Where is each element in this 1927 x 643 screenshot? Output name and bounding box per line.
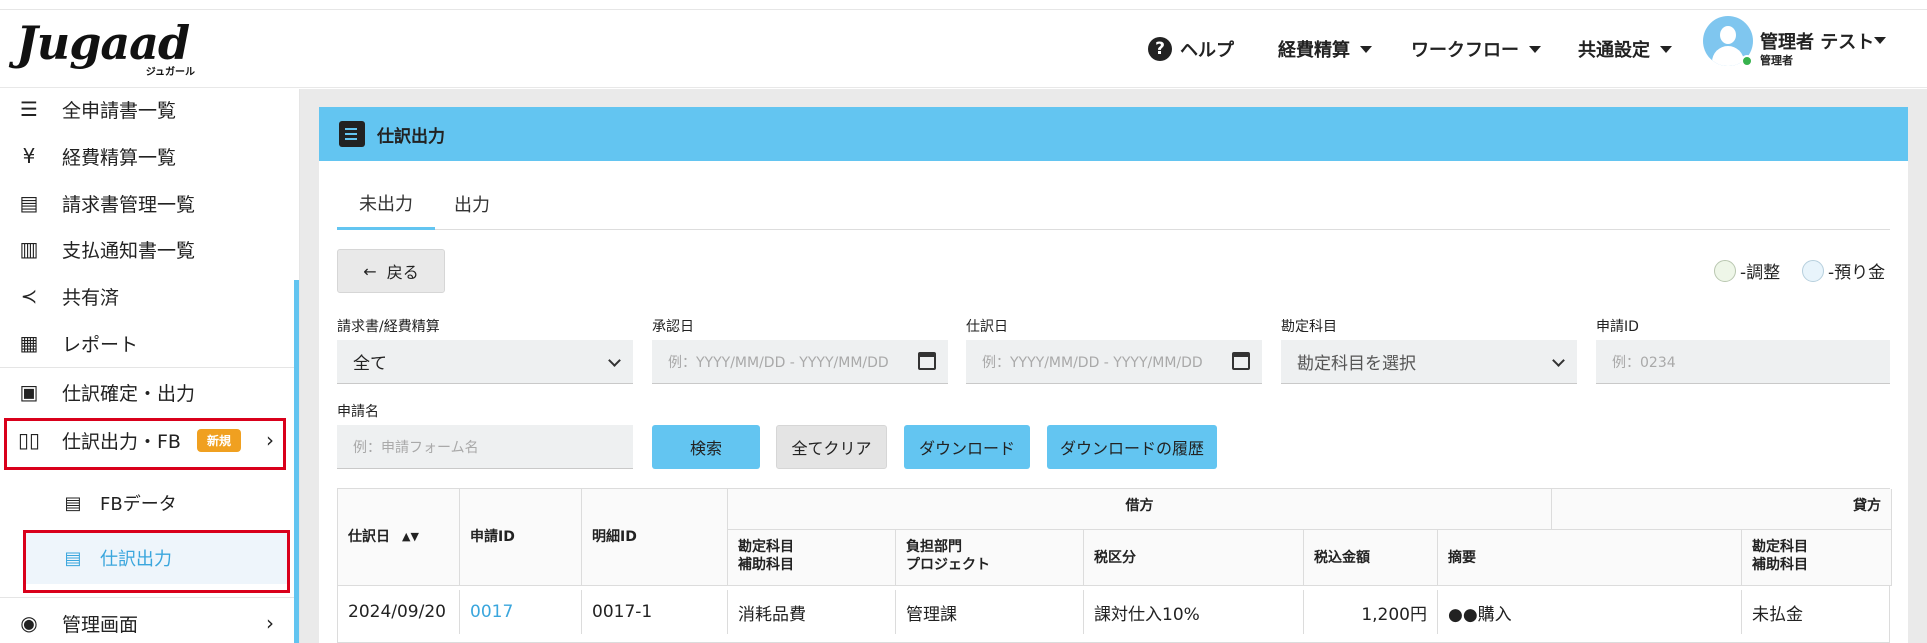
filter-id-label: 申請ID [1596,319,1639,335]
user-role: 管理者 [1760,54,1793,67]
online-status-icon [1741,55,1753,67]
filter-journal-date-label: 仕訳日 [966,319,1008,335]
column-header-id: 申請ID [460,489,582,586]
column-header-tax: 税区分 [1084,530,1304,586]
column-header-amount: 税込金額 [1304,530,1438,586]
sidebar-item-all-applications[interactable]: ☰ 全申請書一覧 [0,87,294,131]
journal-output-icon [339,121,365,147]
tab-bar: 未出力 出力 [337,178,1890,230]
approval-date-input[interactable]: 例：YYYY/MM/DD - YYYY/MM/DD [652,340,948,384]
list-icon: ☰ [20,97,38,121]
column-group-credit: 貸方 [1552,489,1892,530]
filter-approval-label: 承認日 [652,319,694,335]
column-header-memo: 摘要 [1438,530,1742,586]
document-icon: ▤ [19,191,39,215]
application-name-input[interactable]: 例：申請フォーム名 [337,425,633,469]
account-select[interactable]: 勘定科目を選択 [1281,340,1577,384]
help-icon: ? [1148,37,1172,61]
type-select[interactable]: 全て [337,340,633,384]
card-header: 仕訳出力 [319,107,1908,161]
help-link[interactable]: ? ヘルプ [1148,34,1234,64]
filter-name-label: 申請名 [337,404,379,420]
highlight-box [23,530,290,593]
sidebar-item-payment-notice-list[interactable]: ▥ 支払通知書一覧 [0,227,294,271]
clear-all-button[interactable]: 全てクリア [776,425,887,469]
back-button[interactable]: ← 戻る [337,249,445,293]
chevron-down-icon [1660,45,1672,53]
application-id-input[interactable]: 例：0234 [1596,340,1890,384]
cell-memo: ●●購入 [1438,590,1742,634]
chevron-down-icon [608,354,621,367]
chevron-down-icon [1529,45,1541,53]
cell-amount: 1,200円 [1304,590,1438,634]
grid-icon: ▦ [19,331,39,355]
filter-account-label: 勘定科目 [1281,319,1337,335]
sidebar-sub-fb-data[interactable]: ▤ FBデータ [24,477,290,529]
user-menu-chevron-icon[interactable] [1874,37,1886,44]
chevron-down-icon [1552,354,1565,367]
tab-unoutput[interactable]: 未出力 [337,178,435,230]
column-header-credit-account: 勘定科目 補助科目 [1742,530,1892,586]
fb-data-icon: ▤ [64,492,82,514]
tab-output[interactable]: 出力 [435,178,509,230]
calendar-icon[interactable] [1232,352,1250,370]
jugaad-logo[interactable]: Jugaad ジュガール [16,20,201,80]
search-button[interactable]: 検索 [652,425,760,469]
sidebar-item-journal-confirm[interactable]: ▣ 仕訳確定・出力 [0,370,294,414]
journal-table: 仕訳日 ▲▼ 申請ID 明細ID 借方 貸方 勘定科目 補助科目 負担部門 プロ… [337,488,1892,643]
highlight-box [4,418,286,470]
page-title: 仕訳出力 [377,126,445,147]
sidebar-scrollbar[interactable] [294,280,299,643]
sidebar-item-report[interactable]: ▦ レポート [0,321,294,365]
yen-icon: ¥ [22,144,36,168]
menu-expense[interactable]: 経費精算 [1278,34,1372,64]
cell-detail-id: 0017-1 [582,590,728,634]
journal-icon: ▣ [19,380,39,404]
column-header-dept: 負担部門 プロジェクト [896,530,1084,586]
cell-credit-account: 未払金 [1752,604,1803,625]
sidebar-item-admin[interactable]: ◉ 管理画面 › [0,601,294,643]
download-button[interactable]: ダウンロード [904,425,1030,469]
menu-workflow[interactable]: ワークフロー [1411,34,1541,64]
user-name[interactable]: 管理者 テスト [1760,28,1874,54]
cell-application-id-link[interactable]: 0017 [460,590,582,634]
column-header-date[interactable]: 仕訳日 ▲▼ [338,489,460,586]
column-group-debit: 借方 [728,489,1552,530]
deposit-color-dot [1802,259,1824,282]
sidebar-item-invoice-list[interactable]: ▤ 請求書管理一覧 [0,181,294,225]
legend-adjust: -調整 [1714,258,1780,283]
column-header-account: 勘定科目 補助科目 [728,530,896,586]
column-header-detail-id: 明細ID [582,489,728,586]
cell-date: 2024/09/20 [338,590,460,634]
palette-icon: ◉ [20,611,38,635]
cell-tax: 課対仕入10% [1084,590,1304,634]
share-icon: ≺ [20,284,38,308]
chevron-right-icon: › [266,611,274,635]
receipt-icon: ▥ [19,237,39,261]
sidebar-item-shared[interactable]: ≺ 共有済 [0,274,294,318]
cell-account: 消耗品費 [728,590,896,634]
menu-common-settings[interactable]: 共通設定 [1578,34,1672,64]
top-strip [0,0,1927,10]
adjust-color-dot [1714,259,1736,282]
calendar-icon[interactable] [918,352,936,370]
cell-dept: 管理課 [896,590,1084,634]
legend-deposit: -預り金 [1802,258,1885,283]
chevron-down-icon [1360,45,1372,53]
journal-date-input[interactable]: 例：YYYY/MM/DD - YYYY/MM/DD [966,340,1262,384]
sort-icon[interactable]: ▲▼ [402,528,419,546]
arrow-left-icon: ← [363,261,377,281]
filter-type-label: 請求書/経費精算 [337,319,440,335]
sidebar-item-expense-list[interactable]: ¥ 経費精算一覧 [0,134,294,178]
app-header: Jugaad ジュガール ? ヘルプ 経費精算 ワークフロー 共通設定 [0,10,1927,88]
download-history-button[interactable]: ダウンロードの履歴 [1047,425,1217,469]
